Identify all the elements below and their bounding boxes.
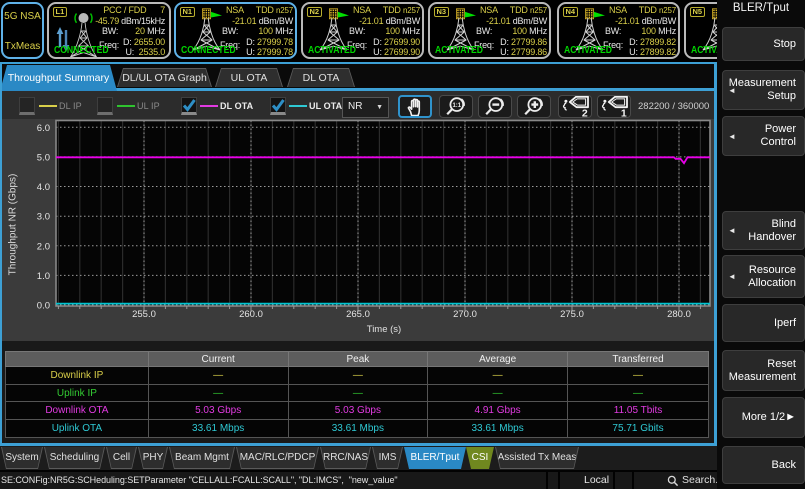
svg-text:5.0: 5.0 <box>37 152 50 163</box>
svg-text:6.0: 6.0 <box>37 123 50 134</box>
svg-text:265.0: 265.0 <box>346 309 370 320</box>
svg-text:Throughput NR (Gbps): Throughput NR (Gbps) <box>8 174 19 276</box>
svg-text:2.0: 2.0 <box>37 241 50 252</box>
svg-text:0.0: 0.0 <box>37 301 50 312</box>
svg-text:2: 2 <box>582 108 588 118</box>
svg-text:1: 1 <box>621 108 627 118</box>
svg-text:255.0: 255.0 <box>132 309 156 320</box>
svg-text:275.0: 275.0 <box>560 309 584 320</box>
svg-text:270.0: 270.0 <box>453 309 477 320</box>
svg-text:260.0: 260.0 <box>239 309 263 320</box>
svg-text:1.0: 1.0 <box>37 271 50 282</box>
svg-text:Time (s): Time (s) <box>367 324 401 335</box>
svg-text:280.0: 280.0 <box>667 309 691 320</box>
svg-text:3.0: 3.0 <box>37 212 50 223</box>
svg-text:4.0: 4.0 <box>37 182 50 193</box>
svg-text:1:1: 1:1 <box>452 103 461 109</box>
